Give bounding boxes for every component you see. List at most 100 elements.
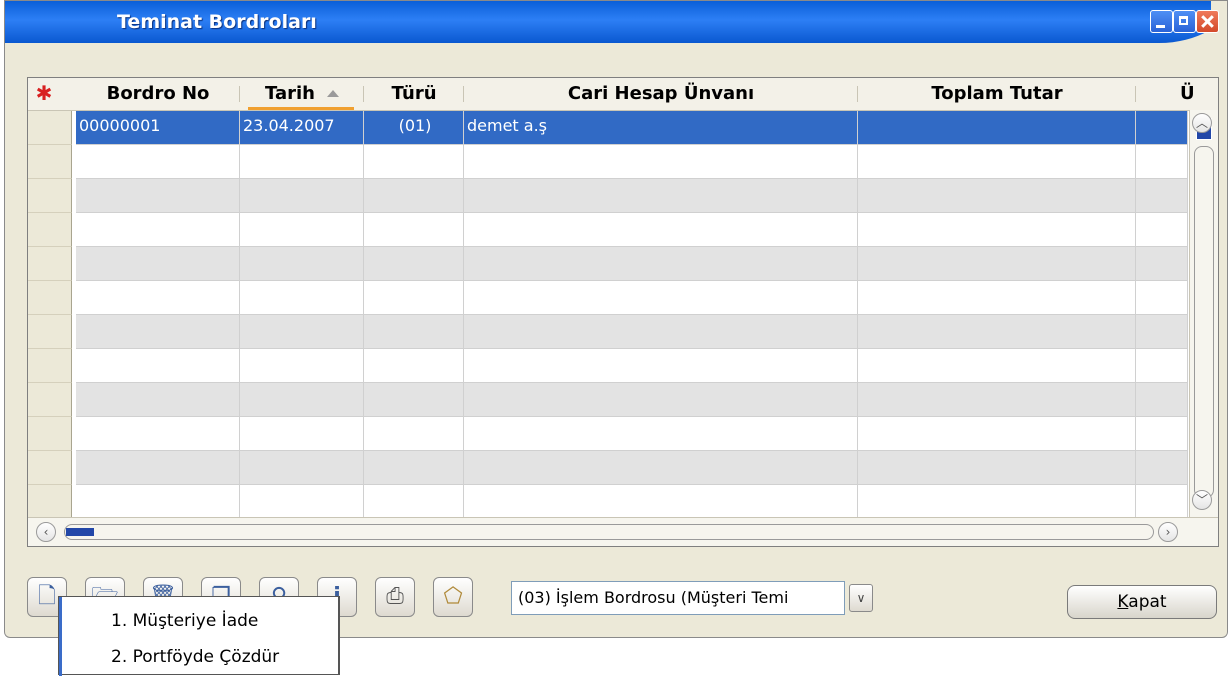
- row-header[interactable]: [28, 213, 72, 247]
- table-cell[interactable]: [76, 349, 240, 383]
- menu-item-portfoyde-cozdur[interactable]: 2. Portföyde Çözdür: [111, 647, 279, 667]
- vertical-scrollbar[interactable]: [1189, 110, 1218, 518]
- table-cell[interactable]: [76, 451, 240, 485]
- table-cell[interactable]: 23.04.2007: [240, 111, 364, 145]
- table-cell[interactable]: [1136, 349, 1188, 383]
- table-cell[interactable]: [1136, 281, 1188, 315]
- table-row[interactable]: [28, 315, 1188, 349]
- table-cell[interactable]: [364, 145, 464, 179]
- selected-table-row[interactable]: 00000001 23.04.2007 (01) demet a.ş: [28, 111, 1188, 145]
- table-cell[interactable]: [240, 349, 364, 383]
- column-header-tarih[interactable]: Tarih: [240, 78, 364, 110]
- kapat-button[interactable]: Kapat: [1067, 585, 1217, 619]
- table-cell[interactable]: [464, 281, 858, 315]
- table-cell[interactable]: [1136, 451, 1188, 485]
- table-cell[interactable]: [858, 281, 1136, 315]
- table-cell[interactable]: [464, 451, 858, 485]
- column-header-cari-hesap-unvani[interactable]: Cari Hesap Ünvanı: [464, 78, 858, 110]
- title-bar[interactable]: Teminat Bordroları: [5, 1, 1227, 43]
- table-row[interactable]: [28, 145, 1188, 179]
- table-row[interactable]: [28, 417, 1188, 451]
- table-cell[interactable]: [464, 485, 858, 519]
- menu-item-musteriye-iade[interactable]: 1. Müşteriye İade: [111, 611, 258, 631]
- row-header[interactable]: [28, 145, 72, 179]
- table-cell[interactable]: [76, 315, 240, 349]
- table-cell[interactable]: [464, 213, 858, 247]
- table-cell[interactable]: [464, 315, 858, 349]
- table-cell[interactable]: [1136, 111, 1188, 145]
- table-row[interactable]: [28, 383, 1188, 417]
- table-cell[interactable]: [1136, 213, 1188, 247]
- table-row[interactable]: [28, 247, 1188, 281]
- table-row[interactable]: [28, 485, 1188, 519]
- table-cell[interactable]: [76, 485, 240, 519]
- table-cell[interactable]: [364, 383, 464, 417]
- table-cell[interactable]: [464, 179, 858, 213]
- table-cell[interactable]: [364, 349, 464, 383]
- scroll-up-icon[interactable]: ︿: [1192, 113, 1212, 133]
- table-cell[interactable]: [364, 485, 464, 519]
- table-cell[interactable]: [858, 145, 1136, 179]
- table-cell[interactable]: [1136, 247, 1188, 281]
- column-chooser-icon[interactable]: ✱: [34, 83, 54, 103]
- table-cell[interactable]: [240, 451, 364, 485]
- table-cell[interactable]: [858, 315, 1136, 349]
- table-cell[interactable]: [364, 315, 464, 349]
- table-cell[interactable]: [364, 179, 464, 213]
- table-cell[interactable]: [858, 247, 1136, 281]
- table-row[interactable]: [28, 349, 1188, 383]
- table-cell[interactable]: [464, 417, 858, 451]
- close-icon[interactable]: [1196, 10, 1219, 33]
- table-cell[interactable]: demet a.ş: [464, 111, 858, 145]
- table-cell[interactable]: [858, 485, 1136, 519]
- table-cell[interactable]: [76, 145, 240, 179]
- table-cell[interactable]: [240, 213, 364, 247]
- table-cell[interactable]: [76, 179, 240, 213]
- table-cell[interactable]: [1136, 417, 1188, 451]
- table-cell[interactable]: [76, 383, 240, 417]
- table-cell[interactable]: [76, 247, 240, 281]
- row-header[interactable]: [28, 247, 72, 281]
- table-row[interactable]: [28, 213, 1188, 247]
- table-row[interactable]: [28, 281, 1188, 315]
- table-cell[interactable]: [364, 213, 464, 247]
- table-row[interactable]: [28, 179, 1188, 213]
- table-row[interactable]: [28, 451, 1188, 485]
- table-cell[interactable]: [1136, 485, 1188, 519]
- table-cell[interactable]: [464, 247, 858, 281]
- table-cell[interactable]: [240, 281, 364, 315]
- row-header[interactable]: [28, 111, 72, 145]
- table-cell[interactable]: [1136, 145, 1188, 179]
- table-cell[interactable]: [464, 349, 858, 383]
- table-cell[interactable]: [858, 213, 1136, 247]
- row-header[interactable]: [28, 315, 72, 349]
- horizontal-scrollbar[interactable]: ‹ ›: [28, 517, 1218, 546]
- chevron-down-icon[interactable]: ∨: [849, 584, 873, 612]
- filter-icon[interactable]: ⬠: [433, 577, 473, 617]
- bordro-type-select[interactable]: (03) İşlem Bordrosu (Müşteri Temi: [511, 581, 845, 615]
- table-cell[interactable]: [858, 111, 1136, 145]
- scroll-right-icon[interactable]: ›: [1158, 522, 1178, 542]
- column-header-toplam-tutar[interactable]: Toplam Tutar: [858, 78, 1136, 110]
- column-header-u[interactable]: Ü: [1136, 78, 1218, 110]
- table-cell[interactable]: [364, 417, 464, 451]
- table-cell[interactable]: [858, 417, 1136, 451]
- table-cell[interactable]: [858, 451, 1136, 485]
- column-header-turu[interactable]: Türü: [364, 78, 464, 110]
- vertical-scroll-track[interactable]: [1194, 146, 1214, 498]
- row-header[interactable]: [28, 383, 72, 417]
- horizontal-scroll-thumb[interactable]: [66, 528, 94, 536]
- table-cell[interactable]: [464, 383, 858, 417]
- table-cell[interactable]: [240, 145, 364, 179]
- table-cell[interactable]: [858, 179, 1136, 213]
- table-cell[interactable]: [240, 485, 364, 519]
- bordro-grid[interactable]: ✱ Bordro No Tarih Türü Cari Hesap Ünvanı…: [27, 77, 1219, 547]
- table-cell[interactable]: [76, 417, 240, 451]
- row-header[interactable]: [28, 349, 72, 383]
- table-cell[interactable]: [1136, 179, 1188, 213]
- row-header[interactable]: [28, 281, 72, 315]
- table-cell[interactable]: [240, 417, 364, 451]
- row-header[interactable]: [28, 451, 72, 485]
- row-header[interactable]: [28, 179, 72, 213]
- table-cell[interactable]: [364, 281, 464, 315]
